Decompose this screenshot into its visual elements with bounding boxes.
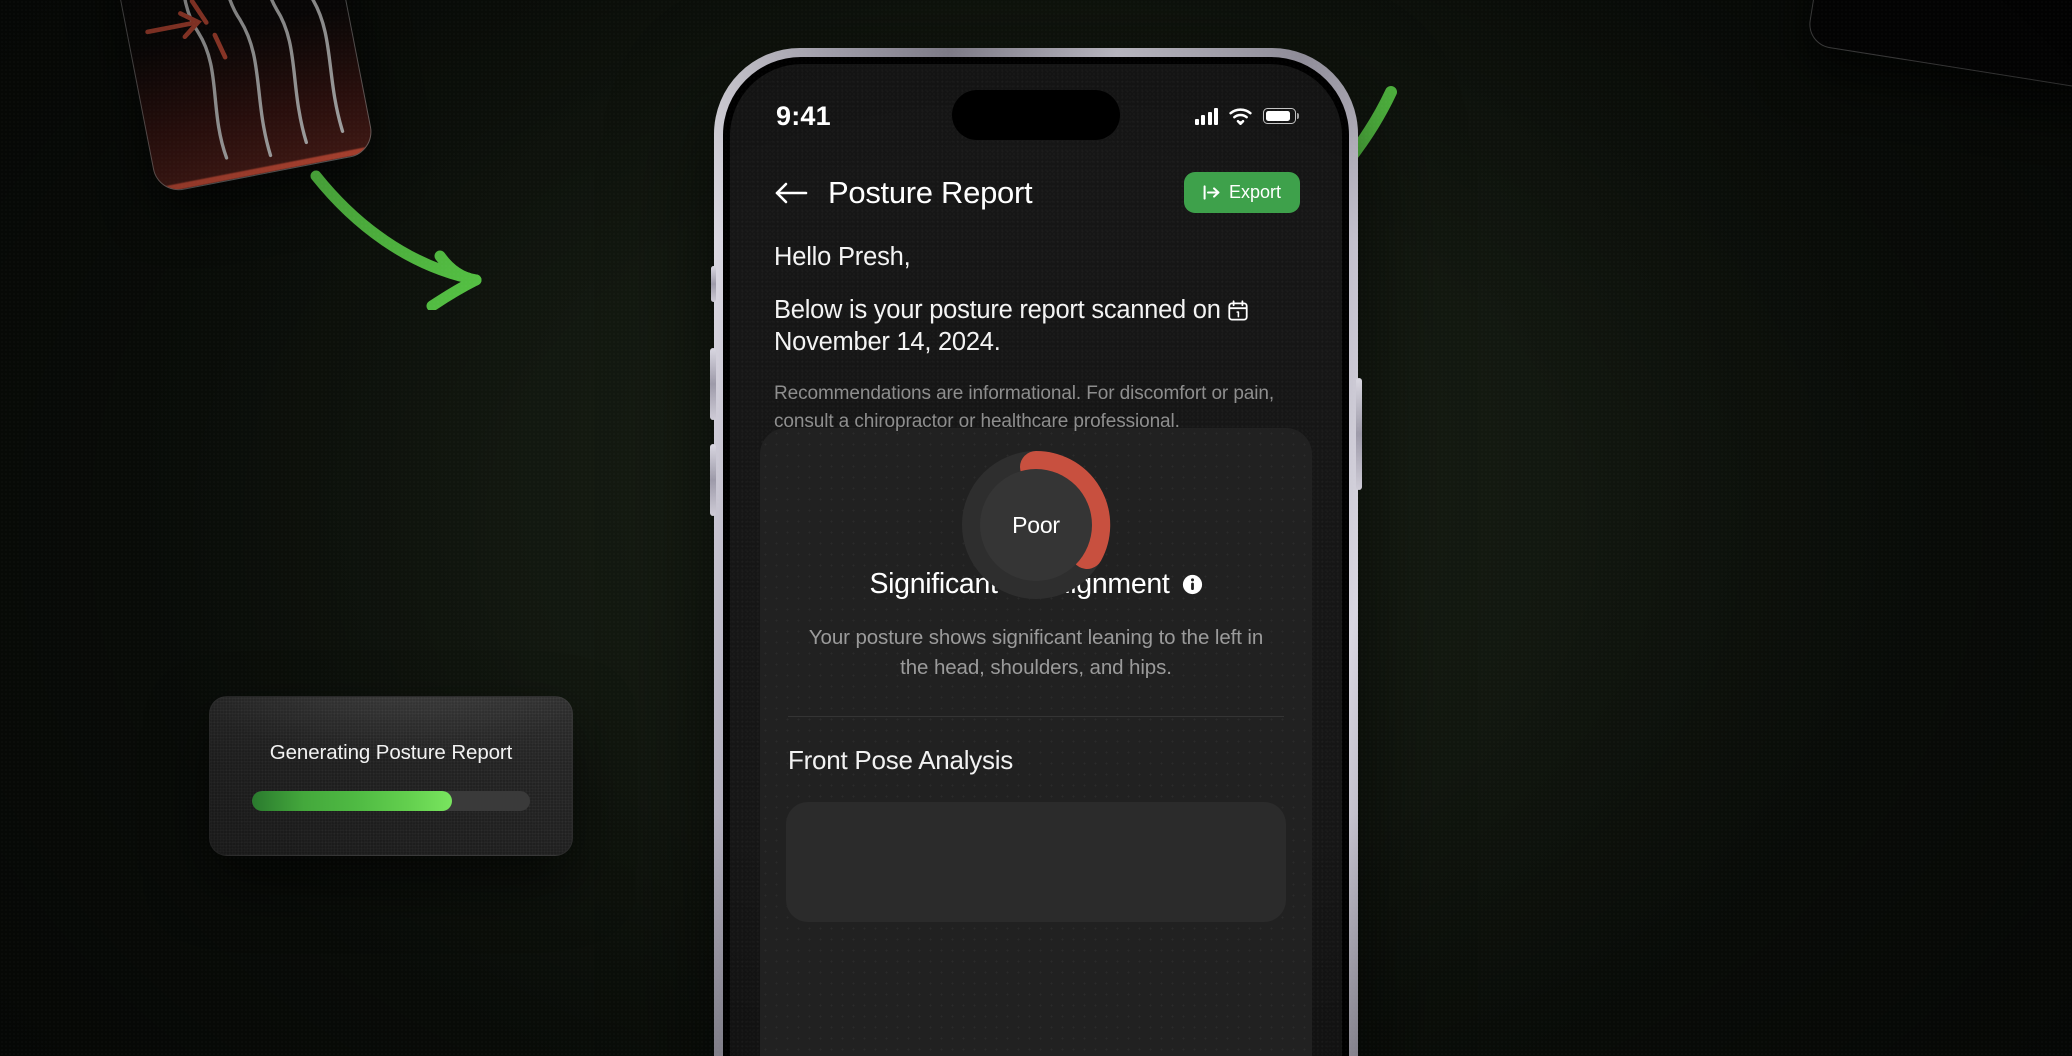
back-arrow-icon[interactable] bbox=[774, 180, 808, 206]
front-pose-analysis-card[interactable] bbox=[786, 801, 1286, 922]
info-icon[interactable] bbox=[1182, 574, 1203, 595]
volume-up-button[interactable] bbox=[710, 348, 716, 420]
corner-preview-card bbox=[1805, 0, 2072, 93]
scan-date: November 14, 2024. bbox=[774, 328, 1001, 357]
signal-bars-icon bbox=[1194, 107, 1218, 125]
report-lede: Below is your posture report scanned on … bbox=[774, 294, 1298, 358]
export-button[interactable]: Export bbox=[1183, 172, 1300, 213]
phone-bezel: 9:41 Posture Report Export Hello Presh, … bbox=[723, 57, 1349, 1056]
power-button[interactable] bbox=[1356, 378, 1362, 490]
pointer-arrow-left bbox=[310, 170, 482, 310]
progress-bar-fill bbox=[252, 791, 453, 811]
export-icon bbox=[1203, 185, 1220, 200]
verdict-description: Your posture shows significant leaning t… bbox=[808, 626, 1264, 679]
status-bar-clock: 9:41 bbox=[776, 100, 831, 131]
gauge-score-label: Poor bbox=[1012, 511, 1060, 538]
gauge-hub: Poor bbox=[980, 469, 1092, 582]
nav-left-group: Posture Report bbox=[774, 174, 1033, 211]
phone-screen: 9:41 Posture Report Export Hello Presh, … bbox=[730, 64, 1342, 1056]
page-title: Posture Report bbox=[828, 174, 1033, 210]
report-intro-section: Hello Presh, Below is your posture repor… bbox=[730, 213, 1342, 436]
section-divider bbox=[788, 715, 1284, 717]
corner-card-lines-icon bbox=[1807, 0, 2072, 92]
status-bar: 9:41 bbox=[730, 64, 1342, 150]
posture-score-gauge: Poor bbox=[961, 450, 1111, 600]
battery-icon bbox=[1263, 108, 1296, 124]
app-navigation-bar: Posture Report Export bbox=[730, 150, 1342, 213]
front-pose-analysis-title: Front Pose Analysis bbox=[788, 744, 1014, 775]
wifi-icon bbox=[1229, 107, 1252, 125]
silent-switch-button[interactable] bbox=[711, 266, 716, 302]
spine-scan-card bbox=[106, 0, 376, 195]
greeting-text: Hello Presh, bbox=[774, 243, 911, 271]
export-button-label: Export bbox=[1228, 182, 1281, 202]
toast-title: Generating Posture Report bbox=[269, 741, 513, 764]
calendar-icon bbox=[1227, 300, 1248, 321]
status-bar-icons bbox=[1194, 107, 1296, 125]
spine-illustration-icon bbox=[145, 0, 345, 160]
progress-bar-track bbox=[252, 791, 530, 811]
volume-down-button[interactable] bbox=[710, 444, 716, 516]
dynamic-island bbox=[952, 90, 1120, 140]
phone-device-frame: 9:41 Posture Report Export Hello Presh, … bbox=[710, 48, 1362, 1056]
screenshot-stage: 9:41 Posture Report Export Hello Presh, … bbox=[0, 0, 2072, 1056]
disclaimer-text: Recommendations are informational. For d… bbox=[774, 383, 1275, 433]
lede-prefix: Below is your posture report scanned on bbox=[774, 296, 1228, 324]
generating-report-toast: Generating Posture Report bbox=[209, 696, 573, 856]
